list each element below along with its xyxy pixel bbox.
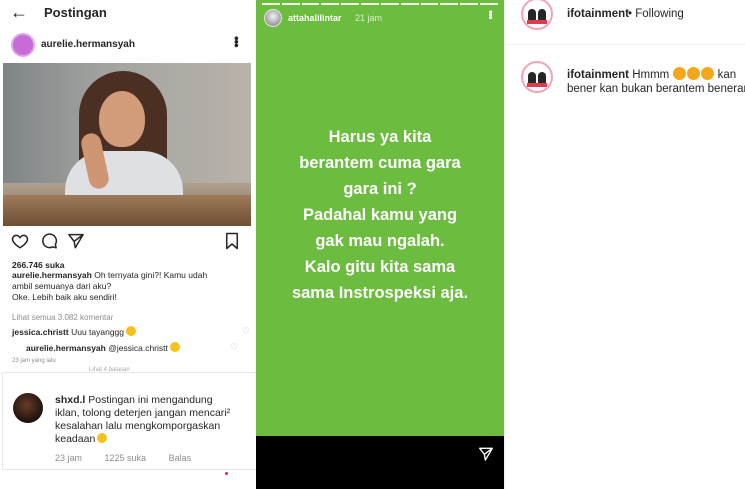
story-line: Padahal kamu yang bbox=[302, 206, 458, 224]
comment-time: 23 jam bbox=[55, 453, 83, 463]
page-title: Postingan bbox=[44, 5, 107, 20]
caption-comment-tail: kan bbox=[717, 69, 737, 81]
laughing-emoji-icon bbox=[126, 326, 137, 336]
comment-username[interactable]: jessica.christt bbox=[12, 327, 69, 337]
bookmark-icon[interactable] bbox=[224, 232, 240, 250]
story-line: gara ini ? bbox=[343, 180, 417, 198]
post-actions bbox=[0, 232, 256, 254]
comment-body: shxd.l Postingan ini mengandung iklan, t… bbox=[55, 394, 255, 446]
account-header: ifotainment • Following bbox=[505, 0, 745, 45]
thinking-emoji-icon bbox=[687, 67, 701, 80]
more-options-icon[interactable]: ••• bbox=[229, 36, 244, 47]
caption-text-2: ambil semuanya dari aku? bbox=[12, 281, 112, 291]
comment-card: Lihat 4 balasan shxd.l Postingan ini men… bbox=[2, 367, 296, 470]
photo-table bbox=[3, 195, 251, 226]
caption-comment-username[interactable]: ifotainment bbox=[567, 69, 629, 81]
story-line: Kalo gitu kita sama bbox=[304, 258, 456, 276]
notification-dot bbox=[225, 472, 228, 475]
post-image[interactable] bbox=[3, 63, 251, 226]
post-author-row: aurelie.hermansyah ••• bbox=[0, 32, 256, 58]
comment-like-icon[interactable]: ♡ bbox=[242, 326, 250, 337]
commenter-username[interactable]: shxd.l bbox=[55, 394, 85, 406]
caption-username[interactable]: aurelie.hermansyah bbox=[12, 270, 92, 280]
comment-line-4: keadaan bbox=[55, 433, 96, 445]
comment-line-1: Postingan ini mengandung bbox=[88, 394, 213, 406]
story-progress-bar bbox=[262, 3, 498, 5]
story-line: Harus ya kita bbox=[328, 128, 432, 146]
likes-count[interactable]: 266.746 suka bbox=[12, 260, 64, 270]
caption-line-1: aurelie.hermansyah Oh ternyata gini?! Ka… bbox=[12, 270, 248, 281]
account-username[interactable]: ifotainment bbox=[567, 8, 629, 20]
post-username[interactable]: aurelie.hermansyah bbox=[41, 39, 135, 50]
story-time: 21 jam bbox=[355, 13, 383, 23]
caption-text-3: Oke. Lebih baik aku sendiri! bbox=[12, 292, 117, 302]
comment-panel: ifotainment • Following ifotainment Hmmm… bbox=[504, 0, 745, 489]
ifotainment-logo[interactable] bbox=[521, 61, 553, 93]
reply-button[interactable]: Balas bbox=[169, 453, 192, 463]
caption-comment: ifotainment Hmmm kan bener kan bukan ber… bbox=[567, 67, 745, 96]
story-panel[interactable]: attahalilintar 21 jam ••• Harus ya kita … bbox=[256, 0, 504, 489]
laughing-emoji-icon bbox=[169, 342, 180, 352]
story-header: attahalilintar 21 jam ••• bbox=[256, 8, 504, 30]
comment-timestamp: 23 jam yang lalu bbox=[12, 358, 56, 364]
photo-face bbox=[99, 91, 145, 147]
thinking-emoji-icon bbox=[701, 67, 715, 80]
story-line: gak mau ngalah. bbox=[315, 232, 445, 250]
story-avatar[interactable] bbox=[264, 9, 282, 27]
heart-icon[interactable] bbox=[11, 232, 29, 250]
caption-comment-line-2: bener kan bukan berantem beneran bbox=[567, 83, 745, 95]
story-line: sama Instrospeksi aja. bbox=[291, 284, 469, 302]
caption-text-1: Oh ternyata gini?! Kamu udah bbox=[94, 270, 208, 280]
ifotainment-logo[interactable] bbox=[521, 0, 553, 30]
comment-likes[interactable]: 1225 suka bbox=[105, 453, 147, 463]
comment-icon[interactable] bbox=[40, 232, 58, 250]
comment-line-3: kesalahan lalu mengkomporgaskan bbox=[55, 420, 221, 432]
story-text: Harus ya kita berantem cuma gara gara in… bbox=[266, 124, 494, 306]
rofl-emoji-icon bbox=[97, 433, 108, 443]
reply-username[interactable]: aurelie.hermansyah bbox=[26, 343, 106, 353]
story-line: berantem cuma gara bbox=[299, 154, 461, 172]
post-header: ← Postingan bbox=[0, 0, 256, 28]
send-icon[interactable] bbox=[478, 446, 494, 462]
post-caption: aurelie.hermansyah Oh ternyata gini?! Ka… bbox=[12, 270, 248, 303]
comment-meta: 23 jam 1225 suka Balas bbox=[55, 453, 211, 463]
post-panel: ← Postingan aurelie.hermansyah ••• 266.7… bbox=[0, 0, 296, 489]
thinking-emoji-icon bbox=[673, 67, 687, 80]
story-more-icon[interactable]: ••• bbox=[484, 10, 496, 19]
commenter-avatar[interactable] bbox=[13, 393, 43, 423]
comment-line-2: iklan, tolong deterjen jangan mencari² bbox=[55, 407, 231, 419]
story-footer bbox=[256, 436, 504, 489]
reply-text: @jessica.christt bbox=[108, 343, 168, 353]
avatar[interactable] bbox=[11, 33, 35, 57]
caption-comment-text: Hmmm bbox=[632, 69, 670, 81]
reply-like-icon[interactable]: ♡ bbox=[230, 342, 238, 353]
view-replies-link[interactable]: Lihat 4 balasan bbox=[89, 367, 130, 373]
comment-row: jessica.christt Uuu tayanggg ♡ bbox=[12, 326, 250, 337]
comment-text: Uuu tayanggg bbox=[71, 327, 125, 337]
story-username[interactable]: attahalilintar bbox=[288, 13, 342, 23]
screenshot-root: ← Postingan aurelie.hermansyah ••• 266.7… bbox=[0, 0, 745, 489]
view-all-comments-link[interactable]: Lihat semua 3.082 komentar bbox=[12, 313, 113, 322]
following-status[interactable]: • Following bbox=[628, 8, 684, 20]
reply-row: aurelie.hermansyah @jessica.christt ♡ bbox=[26, 342, 246, 353]
share-icon[interactable] bbox=[67, 232, 85, 250]
back-arrow-icon[interactable]: ← bbox=[10, 3, 28, 21]
